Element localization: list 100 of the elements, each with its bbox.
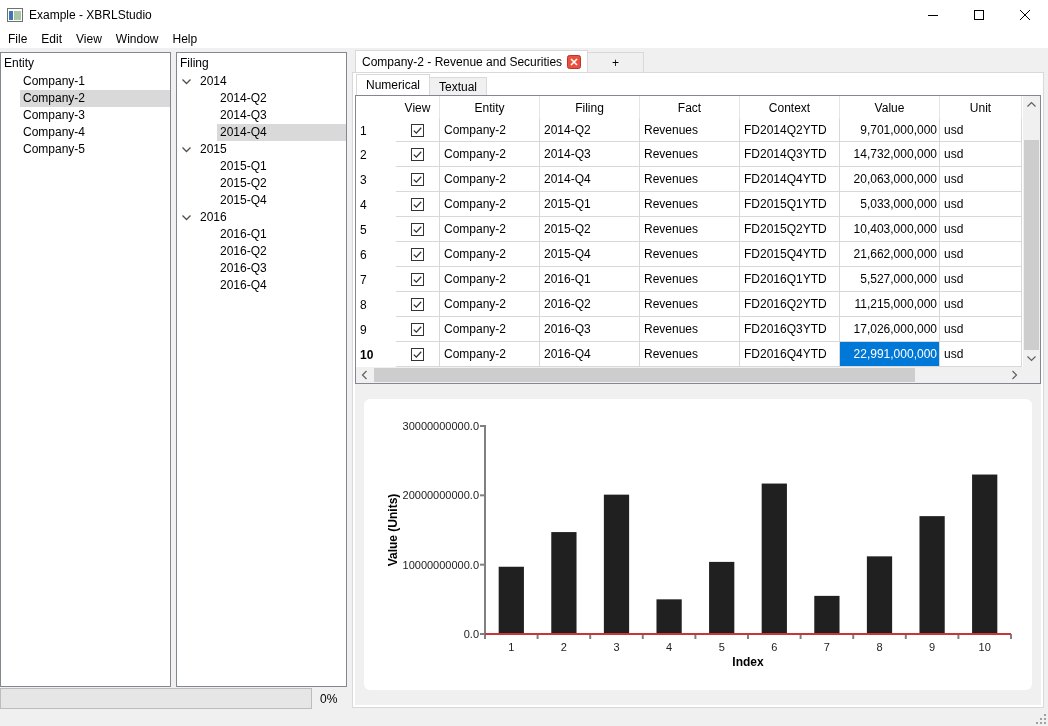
table-cell: usd	[940, 242, 1022, 267]
table-cell: FD2014Q4YTD	[740, 167, 840, 192]
column-header[interactable]: Value	[840, 96, 940, 119]
row-number: 8	[359, 296, 368, 314]
axis-tick-label: 10000000000.0	[402, 558, 479, 571]
row-number: 7	[359, 271, 368, 289]
view-tab[interactable]: Textual	[429, 77, 488, 95]
tree-item[interactable]: 2015-Q1	[217, 158, 346, 175]
table-cell: Company-2	[440, 119, 540, 142]
axis-tick-label: 1	[508, 641, 515, 653]
axis-tick-label: 3	[613, 641, 620, 653]
document-tab[interactable]: Company-2 - Revenue and Securities	[355, 50, 589, 72]
table-cell: FD2015Q2YTD	[740, 217, 840, 242]
column-header[interactable]: Entity	[440, 96, 540, 119]
list-item[interactable]: Company-3	[20, 107, 170, 124]
document-tab[interactable]: +	[587, 52, 645, 72]
tree-item[interactable]: 2016-Q2	[217, 243, 346, 260]
list-item[interactable]: Company-1	[20, 73, 170, 90]
window-title: Example - XBRLStudio	[29, 8, 153, 22]
menu-item[interactable]: File	[1, 30, 35, 48]
table-cell: Company-2	[440, 317, 540, 342]
column-header[interactable]: Unit	[940, 96, 1022, 119]
tree-item[interactable]: 2014-Q2	[217, 90, 346, 107]
table-cell: usd	[940, 119, 1022, 142]
tree-item[interactable]: 2016	[197, 209, 346, 226]
axis-tick-label: 10	[978, 641, 991, 653]
column-header[interactable]: View	[396, 96, 440, 119]
tree-item[interactable]: 2014	[197, 73, 346, 90]
column-header[interactable]: Context	[740, 96, 840, 119]
bar	[814, 595, 840, 634]
table-cell: Revenues	[640, 167, 740, 192]
menu-item[interactable]: Edit	[34, 30, 70, 48]
table-cell: 2016-Q3	[540, 317, 640, 342]
list-item[interactable]: Company-5	[20, 141, 170, 158]
bar	[656, 599, 682, 634]
list-header: Filing	[179, 55, 210, 72]
tree-item[interactable]: 2015-Q2	[217, 175, 346, 192]
table-cell: 2016-Q1	[540, 267, 640, 292]
tree-item[interactable]: 2015-Q4	[217, 192, 346, 209]
scrollbar-thumb[interactable]	[374, 368, 915, 382]
list-item[interactable]: Company-2	[20, 90, 170, 107]
list-item[interactable]: Company-4	[20, 124, 170, 141]
checkbox[interactable]	[411, 222, 424, 236]
table-cell: Revenues	[640, 217, 740, 242]
table-cell: 2014-Q3	[540, 142, 640, 167]
tree-item[interactable]: 2016-Q1	[217, 226, 346, 243]
axis-tick-label: 30000000000.0	[402, 420, 479, 432]
table-cell: 5,527,000,000	[840, 267, 940, 292]
view-tab[interactable]: Numerical	[356, 74, 430, 95]
checkbox[interactable]	[411, 347, 424, 361]
tree-item[interactable]: 2016-Q3	[217, 260, 346, 277]
horizontal-scrollbar[interactable]	[356, 367, 1023, 383]
table-cell: Company-2	[440, 192, 540, 217]
vertical-scrollbar[interactable]	[1023, 96, 1040, 367]
table-cell: usd	[940, 292, 1022, 317]
progress-text: 0%	[320, 691, 338, 706]
table-cell: 2015-Q1	[540, 192, 640, 217]
checkbox[interactable]	[411, 123, 424, 137]
axis-tick-label: 7	[823, 641, 830, 653]
tree-item[interactable]: 2015	[197, 141, 346, 158]
chevron-down-icon[interactable]	[182, 145, 191, 154]
checkbox[interactable]	[411, 172, 424, 186]
axis-tick-label: 6	[771, 641, 778, 653]
checkbox[interactable]	[411, 197, 424, 211]
table-cell: FD2016Q3YTD	[740, 317, 840, 342]
menu-item[interactable]: Window	[108, 30, 166, 48]
resize-grip-icon[interactable]	[1036, 714, 1046, 724]
table-cell: 22,991,000,000	[840, 342, 940, 367]
checkbox[interactable]	[411, 297, 424, 311]
table-cell: Revenues	[640, 292, 740, 317]
tree-item[interactable]: 2016-Q4	[217, 277, 346, 294]
table-cell: 2016-Q2	[540, 292, 640, 317]
minimize-icon	[928, 14, 938, 16]
checkbox[interactable]	[411, 147, 424, 161]
list-header: Entity	[3, 55, 35, 72]
checkbox[interactable]	[411, 322, 424, 336]
table-cell: Revenues	[640, 242, 740, 267]
table-cell: FD2014Q2YTD	[740, 119, 840, 142]
tree-item[interactable]: 2014-Q3	[217, 107, 346, 124]
close-icon[interactable]	[567, 54, 582, 69]
column-header[interactable]: Filing	[540, 96, 640, 119]
chevron-down-icon[interactable]	[182, 213, 191, 222]
row-number: 10	[359, 346, 375, 364]
table-cell: 21,662,000,000	[840, 242, 940, 267]
scrollbar-thumb[interactable]	[1024, 140, 1039, 350]
axis-title: Index	[732, 655, 764, 669]
table-cell: 2015-Q4	[540, 242, 640, 267]
tree-item[interactable]: 2014-Q4	[217, 124, 346, 141]
table-cell: 11,215,000,000	[840, 292, 940, 317]
checkbox[interactable]	[411, 272, 424, 286]
table-cell: usd	[940, 167, 1022, 192]
chevron-down-icon[interactable]	[182, 77, 191, 86]
menu-item[interactable]: View	[69, 30, 109, 48]
table-cell: 2015-Q2	[540, 217, 640, 242]
table-cell: FD2015Q4YTD	[740, 242, 840, 267]
checkbox[interactable]	[411, 247, 424, 261]
table-cell: 10,403,000,000	[840, 217, 940, 242]
column-header[interactable]: Fact	[640, 96, 740, 119]
menu-item[interactable]: Help	[165, 30, 205, 48]
table-cell: usd	[940, 142, 1022, 167]
